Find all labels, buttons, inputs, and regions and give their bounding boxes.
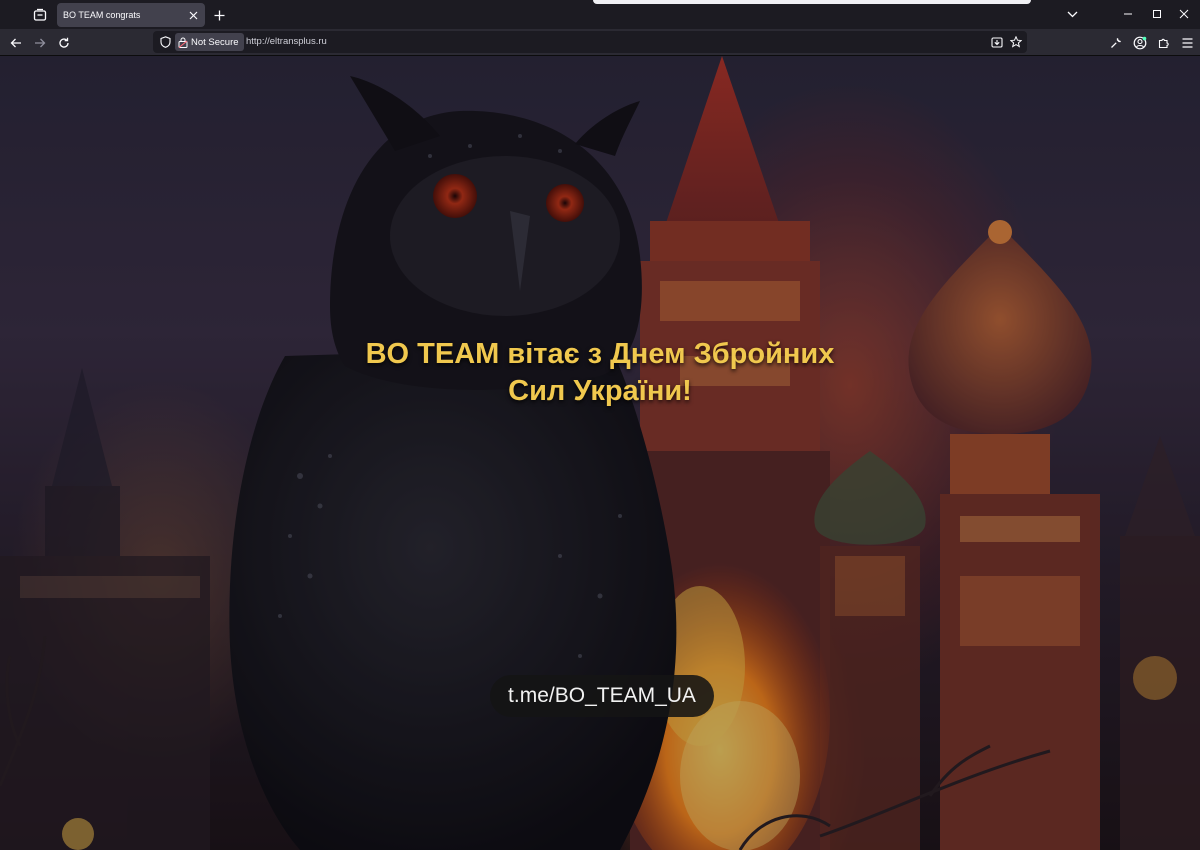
tab-list-icon [33, 8, 47, 21]
tab-title: BO TEAM congrats [63, 10, 141, 20]
back-button[interactable] [5, 32, 27, 54]
telegram-link-button[interactable]: t.me/BO_TEAM_UA [490, 675, 714, 717]
url-bar[interactable]: Not Secure http://eltransplus.ru [153, 31, 1027, 53]
active-tab[interactable]: BO TEAM congrats [57, 3, 205, 27]
plus-icon [214, 10, 224, 20]
developer-tools-button[interactable] [1105, 32, 1127, 54]
save-to-pocket-button[interactable] [989, 34, 1005, 50]
url-text[interactable]: http://eltransplus.ru [246, 36, 327, 47]
reload-button[interactable] [53, 32, 75, 54]
maximize-button[interactable] [1143, 4, 1171, 24]
puzzle-icon [1158, 38, 1169, 49]
headline-line-2: Сил України! [508, 375, 692, 407]
download-icon [991, 37, 1003, 48]
site-security-badge[interactable]: Not Secure [175, 33, 244, 51]
close-icon [189, 11, 197, 19]
reload-icon [59, 37, 69, 48]
notification-bar [593, 0, 1031, 4]
tab-close-button[interactable] [184, 6, 202, 24]
headline-line-1: BO TEAM вітає з Днем Збройних [365, 338, 835, 370]
background-scene-image [0, 56, 1200, 850]
navigation-toolbar: Not Secure http://eltransplus.ru [0, 29, 1200, 56]
new-tab-button[interactable] [208, 4, 230, 26]
minimize-button[interactable] [1114, 4, 1142, 24]
page-headline: BO TEAM вітає з Днем Збройних Сил Україн… [300, 336, 900, 410]
star-icon [1010, 36, 1022, 48]
lock-warning-icon [178, 37, 188, 48]
account-icon [1133, 36, 1147, 50]
extensions-button[interactable] [1153, 32, 1175, 54]
minimize-icon [1124, 13, 1132, 15]
wrench-icon [1111, 38, 1121, 48]
arrow-right-icon [35, 38, 46, 48]
arrow-left-icon [10, 38, 21, 48]
web-page: BO TEAM вітає з Днем Збройних Сил Україн… [0, 56, 1200, 850]
list-all-tabs-button[interactable] [1058, 4, 1086, 24]
maximize-icon [1153, 10, 1161, 18]
tracking-protection-button[interactable] [157, 34, 173, 50]
chevron-down-icon [1067, 11, 1077, 17]
tab-list-button[interactable] [28, 4, 52, 26]
app-menu-button[interactable] [1176, 32, 1198, 54]
hamburger-icon [1182, 38, 1192, 48]
tab-strip: BO TEAM congrats [0, 0, 1200, 29]
bookmark-button[interactable] [1008, 34, 1024, 50]
close-icon [1179, 9, 1189, 19]
account-button[interactable] [1129, 32, 1151, 54]
forward-button[interactable] [29, 32, 51, 54]
shield-icon [159, 36, 171, 48]
dark-overlay [0, 56, 1200, 850]
window-close-button[interactable] [1170, 4, 1198, 24]
security-label: Not Secure [191, 36, 239, 48]
